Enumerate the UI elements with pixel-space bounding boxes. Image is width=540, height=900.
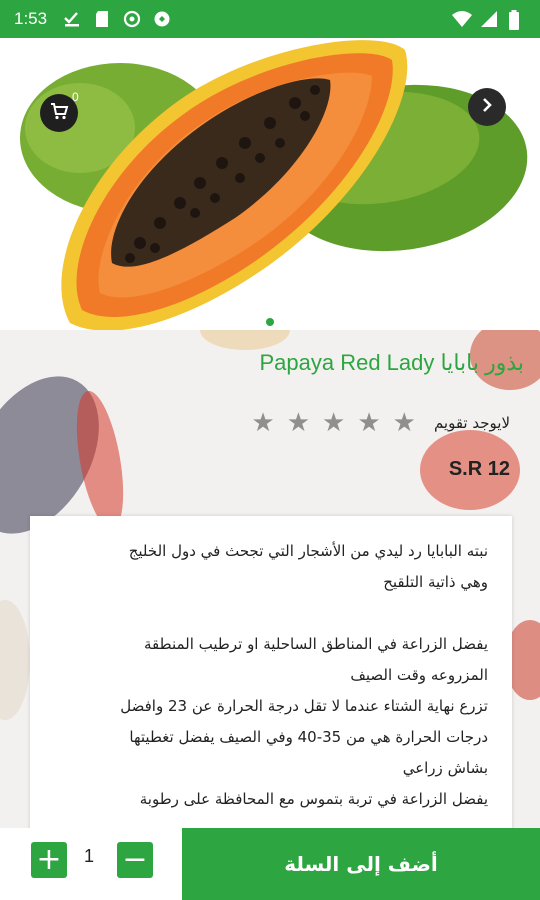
description-line: يفضل الزراعة في تربة بتموس مع المحافظة ع… — [139, 790, 488, 808]
description-line: بشاش زراعي — [402, 759, 488, 777]
minus-icon: − — [122, 842, 148, 877]
description-line: تزرع نهاية الشتاء عندما لا تقل درجة الحر… — [120, 697, 488, 715]
product-image-carousel[interactable]: 0 — [0, 38, 540, 330]
bottom-action-bar: + 1 − أضف إلى السلة — [0, 828, 540, 900]
description-line: المزروعه وقت الصيف — [350, 666, 488, 684]
rating-row: لايوجد تقويم ★ ★ ★ ★ ★ — [251, 410, 510, 436]
star-icon[interactable]: ★ — [287, 410, 310, 436]
product-price: S.R 12 — [448, 458, 510, 480]
description-line: نبته البابايا رد ليدي من الأشجار التي تج… — [128, 542, 488, 560]
star-icon[interactable]: ★ — [322, 410, 345, 436]
description-line: درجات الحرارة هي من 35-40 وفي الصيف يفضل… — [129, 728, 488, 746]
wifi-icon — [452, 10, 472, 28]
sd-card-icon — [93, 10, 111, 28]
sync-icon — [123, 10, 141, 28]
star-icon[interactable]: ★ — [393, 410, 416, 436]
carousel-pager-dot[interactable] — [266, 318, 274, 326]
star-icon[interactable]: ★ — [357, 410, 380, 436]
cart-count-badge: 0 — [72, 90, 79, 104]
plus-icon: + — [36, 842, 62, 877]
product-title: بذور بابايا Papaya Red Lady — [259, 350, 524, 375]
shopping-cart-icon — [49, 101, 69, 125]
description-line: وهي ذاتية التلقيح — [383, 573, 488, 591]
status-time: 1:53 — [14, 9, 48, 28]
next-image-button[interactable] — [468, 88, 506, 126]
description-card: نبته البابايا رد ليدي من الأشجار التي تج… — [30, 516, 512, 828]
quantity-increase-button[interactable]: + — [31, 842, 67, 878]
signal-icon — [480, 10, 498, 28]
rating-label: لايوجد تقويم — [433, 414, 510, 432]
papaya-image — [20, 40, 528, 330]
quantity-decrease-button[interactable]: − — [117, 842, 153, 878]
quantity-value: 1 — [84, 846, 95, 866]
product-details: بذور بابايا Papaya Red Lady لايوجد تقويم… — [0, 330, 540, 828]
star-icon[interactable]: ★ — [251, 410, 274, 436]
add-to-cart-button[interactable]: أضف إلى السلة — [182, 828, 540, 900]
product-description: نبته البابايا رد ليدي من الأشجار التي تج… — [30, 516, 512, 815]
description-line: يفضل الزراعة في المناطق الساحلية او ترطي… — [144, 635, 488, 653]
chevron-right-icon — [479, 97, 495, 117]
battery-icon — [508, 10, 526, 30]
shield-icon — [153, 10, 171, 28]
status-bar: 1:53 — [0, 0, 540, 38]
check-download-icon — [63, 10, 81, 28]
